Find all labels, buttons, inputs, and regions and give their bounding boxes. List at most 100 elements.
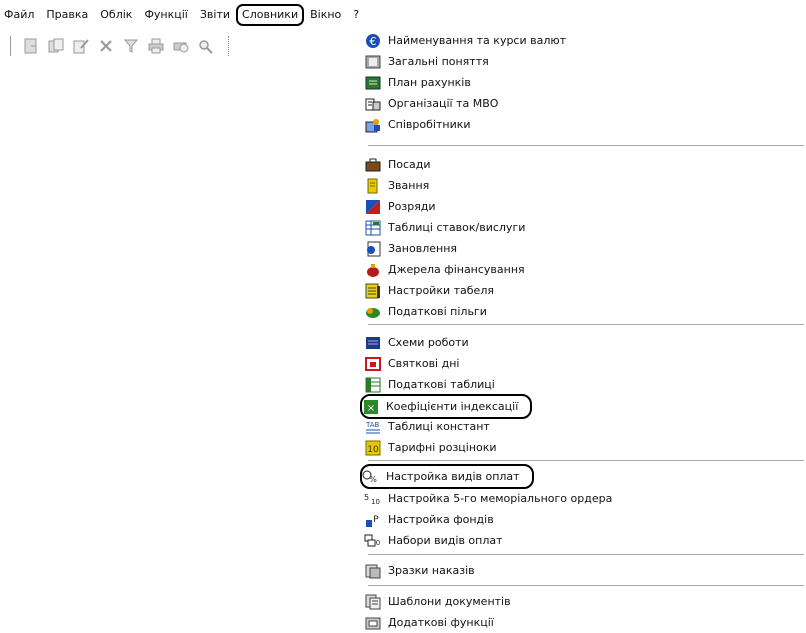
ledger-icon [364,75,382,91]
menu-separator [368,460,804,462]
schedule-icon [364,335,382,351]
menu-accounting[interactable]: Облік [94,5,138,25]
toolbar-grip[interactable] [228,36,232,56]
tariff-icon: 10 [364,440,382,456]
menu-separator [368,324,804,326]
menu-item-tax-tables[interactable]: Податкові таблиці [364,374,495,395]
menu-item-rates-tables[interactable]: Таблиці ставок/вислуги [364,217,525,238]
rank-icon [364,178,382,194]
menu-item-label: Настройка 5-го меморіального ордера [388,492,613,505]
menu-item-label: Таблиці ставок/вислуги [388,221,526,234]
svg-text:5: 5 [364,493,369,502]
copy-doc-icon[interactable] [45,36,67,56]
menu-window[interactable]: Вікно [304,5,347,25]
menu-item-chart-of-accounts[interactable]: План рахунків [364,72,471,93]
orders-samples-icon [364,563,382,579]
currency-euro-icon: € [364,33,382,49]
menu-separator [368,145,804,147]
menu-item-label: Звання [388,179,430,192]
menu-item-label: Схеми роботи [388,336,469,349]
menu-item-ranks[interactable]: Звання [364,175,429,196]
coefficient-icon: × [362,399,380,415]
menu-item-additional-functions[interactable]: Додаткові функції [364,612,494,633]
menu-item-label: Набори видів оплат [388,534,503,547]
menu-item-label: План рахунків [388,76,471,89]
menu-edit[interactable]: Правка [40,5,94,25]
menu-item-label: Співробітники [388,118,471,131]
menu-item-renewal[interactable]: Зановлення [364,238,457,259]
money-bag-icon [364,262,382,278]
menu-item-label: Додаткові функції [388,616,494,629]
dictionaries-dropdown: € Найменування та курси валют Загальні п… [360,30,806,629]
funds-icon: P [364,512,382,528]
menu-item-order-samples[interactable]: Зразки наказів [364,560,475,581]
menu-item-tariff-rates[interactable]: 10 Тарифні розціноки [364,437,497,458]
menu-item-payment-types-settings[interactable]: % Настройка видів оплат [360,464,534,489]
menu-item-payment-sets[interactable]: 0 Набори видів оплат [364,530,503,551]
calendar-icon [364,356,382,372]
menu-item-label: Коефіцієнти індексації [386,400,519,413]
menu-item-label: Податкові пільги [388,305,487,318]
filter-icon[interactable] [120,36,142,56]
menu-help[interactable]: ? [347,5,365,25]
print-preview-icon[interactable] [170,36,192,56]
menu-item-label: Шаблони документів [388,595,511,608]
payment-sets-icon: 0 [364,533,382,549]
find-icon[interactable] [195,36,217,56]
menu-separator [368,585,804,587]
menu-item-currencies[interactable]: € Найменування та курси валют [364,30,566,51]
svg-text:%: % [369,475,377,484]
constants-icon: TAB [364,419,382,435]
svg-text:€: € [370,35,377,48]
menu-item-positions[interactable]: Посади [364,154,431,175]
menu-item-label: Настройка видів оплат [386,470,520,483]
timesheet-icon [364,283,382,299]
new-doc-icon[interactable] [20,36,42,56]
svg-text:10: 10 [367,445,379,455]
menu-bar: Файл Правка Облік Функції Звіти Словники… [0,0,806,30]
print-icon[interactable] [145,36,167,56]
menu-item-timesheet-settings[interactable]: Настройки табеля [364,280,494,301]
menu-item-funds-settings[interactable]: P Настройка фондів [364,509,494,530]
menu-dictionaries[interactable]: Словники [236,4,305,26]
menu-item-label: Посади [388,158,431,171]
tax-table-icon [364,377,382,393]
menu-item-grades[interactable]: Розряди [364,196,436,217]
tax-benefit-icon [364,304,382,320]
toolbar [10,34,232,58]
menu-item-label: Розряди [388,200,436,213]
svg-text:0: 0 [376,539,380,547]
menu-item-general-concepts[interactable]: Загальні поняття [364,51,489,72]
delete-icon[interactable] [95,36,117,56]
menu-reports[interactable]: Звіти [194,5,236,25]
menu-item-label: Податкові таблиці [388,378,495,391]
menu-item-document-templates[interactable]: Шаблони документів [364,591,511,612]
menu-item-organizations[interactable]: Організації та МВО [364,93,498,114]
grades-icon [364,199,382,215]
menu-item-label: Настройки табеля [388,284,494,297]
renewal-icon [364,241,382,257]
menu-item-constants-tables[interactable]: TAB Таблиці констант [364,416,490,437]
menu-item-memorial-order-settings[interactable]: 5 10 Настройка 5-го меморіального ордера [364,488,612,509]
menu-separator [368,554,804,556]
rates-table-icon [364,220,382,236]
menu-item-holidays[interactable]: Святкові дні [364,353,459,374]
payment-types-icon: % [362,469,380,485]
svg-text:10: 10 [371,498,380,506]
edit-doc-icon[interactable] [70,36,92,56]
menu-file[interactable]: Файл [0,5,40,25]
menu-item-label: Зразки наказів [388,564,475,577]
menu-item-work-schemes[interactable]: Схеми роботи [364,332,469,353]
templates-icon [364,594,382,610]
menu-item-label: Найменування та курси валют [388,34,567,47]
book-icon [364,54,382,70]
menu-item-funding-sources[interactable]: Джерела фінансування [364,259,525,280]
memorial-order-icon: 5 10 [364,491,382,507]
extra-functions-icon [364,615,382,631]
menu-item-employees[interactable]: Співробітники [364,114,471,135]
menu-functions[interactable]: Функції [138,5,193,25]
menu-item-tax-benefits[interactable]: Податкові пільги [364,301,487,322]
menu-item-label: Тарифні розціноки [388,441,497,454]
briefcase-icon [364,157,382,173]
menu-item-label: Джерела фінансування [388,263,525,276]
